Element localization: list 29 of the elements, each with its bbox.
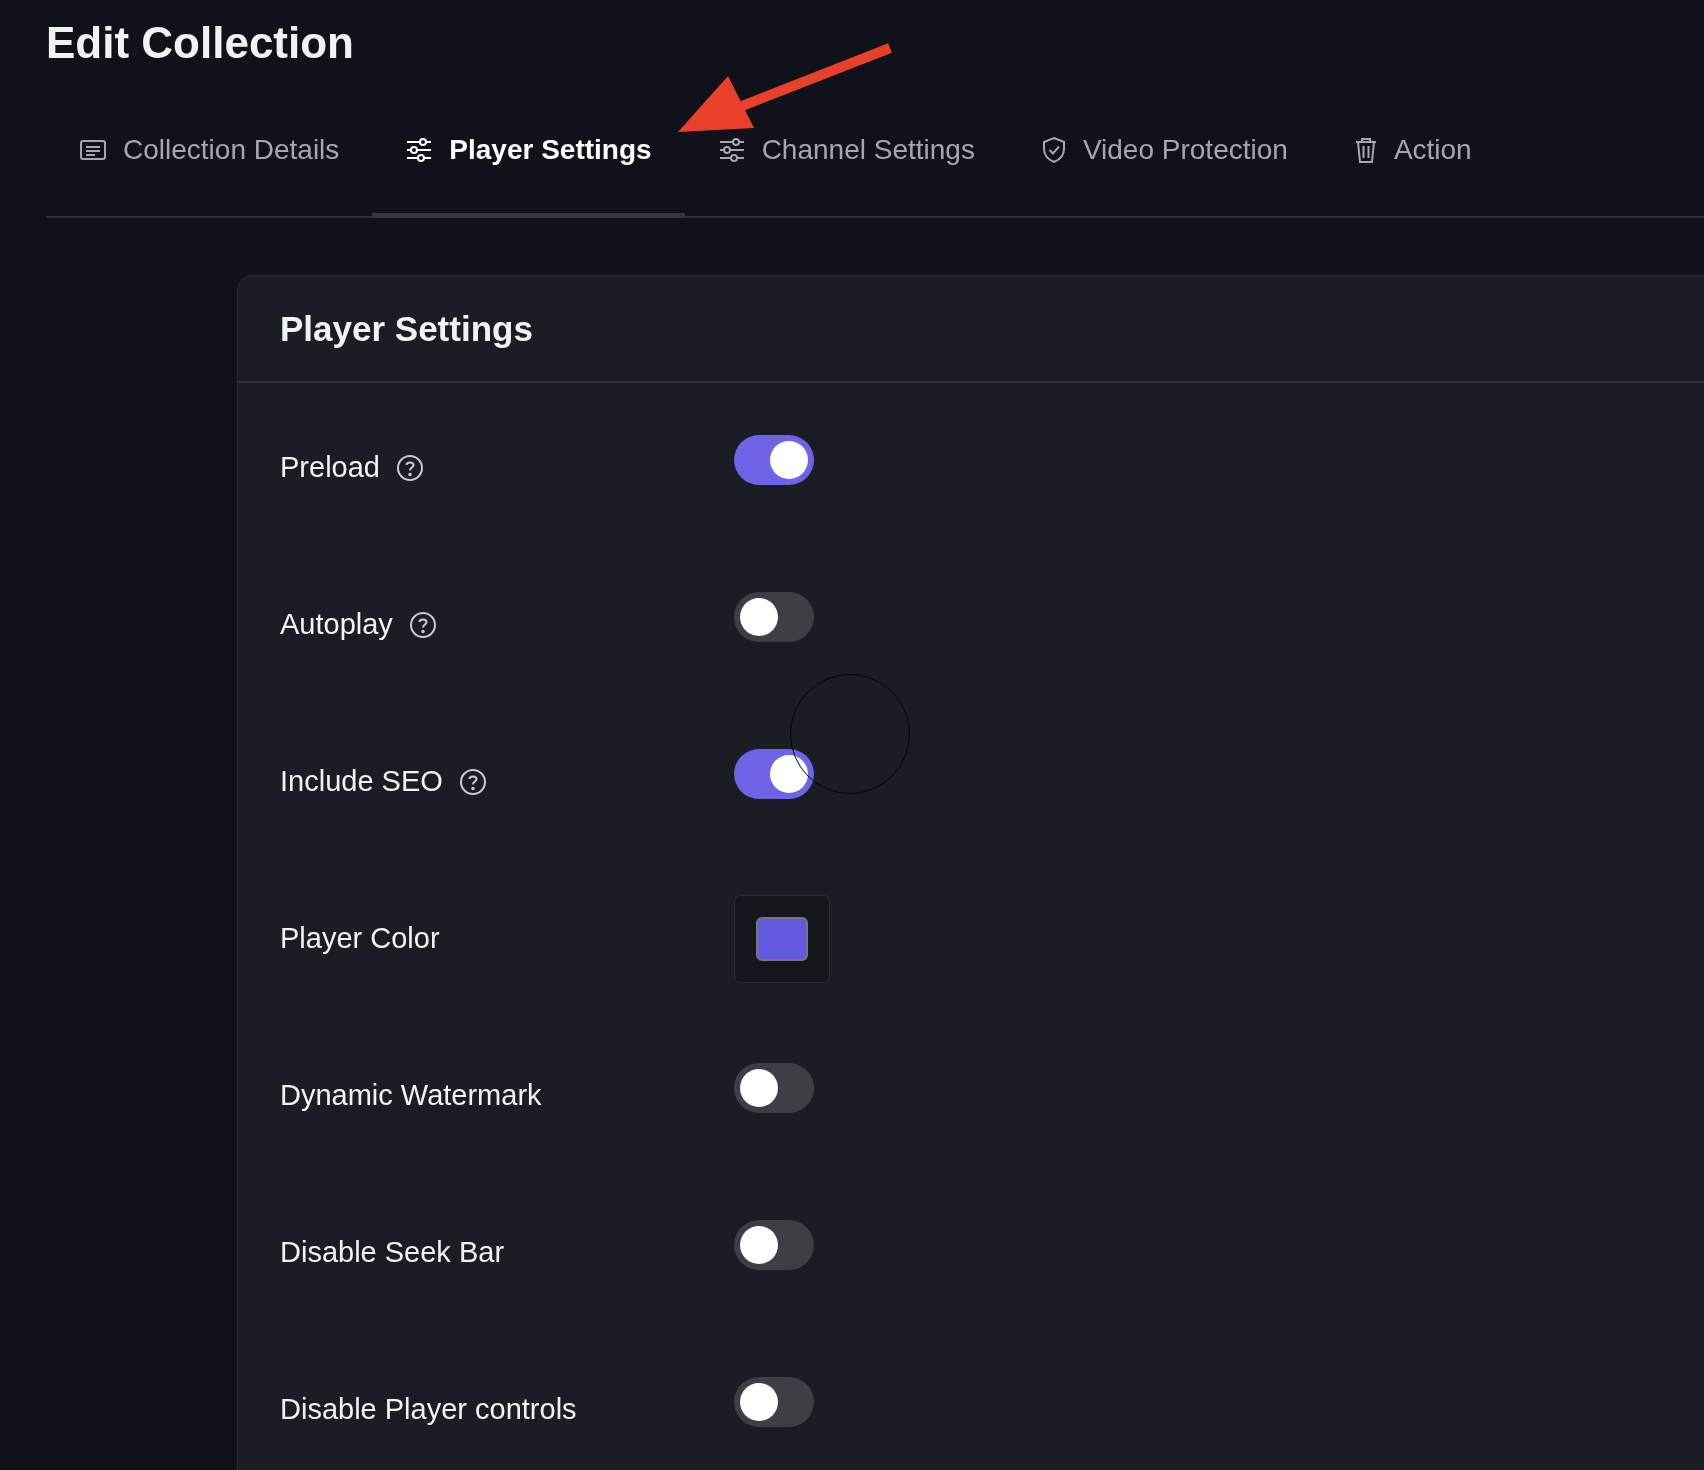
toggle-switch[interactable] [734, 434, 814, 485]
toggle-switch[interactable] [734, 591, 814, 642]
card-title: Player Settings [280, 308, 534, 350]
setting-label: Preload [280, 451, 380, 484]
shield-check-icon [1040, 136, 1067, 164]
setting-label: Dynamic Watermark [280, 1079, 542, 1112]
list-icon [79, 138, 107, 162]
tab[interactable]: Player Settings [372, 116, 685, 218]
toggle-switch[interactable] [734, 1376, 814, 1427]
setting-label: Disable Seek Bar [280, 1236, 505, 1269]
toggle-switch[interactable] [734, 1062, 814, 1113]
tab[interactable]: Channel Settings [684, 116, 1008, 218]
color-picker[interactable] [734, 894, 830, 983]
help-icon[interactable] [395, 453, 424, 482]
tab[interactable]: Collection Details [46, 116, 373, 218]
setting-label: Disable Player controls [280, 1393, 577, 1426]
help-icon[interactable] [408, 610, 437, 639]
tab[interactable]: Video Protection [1007, 116, 1321, 218]
setting-label: Include SEO [280, 765, 443, 798]
tab[interactable]: Action [1320, 116, 1505, 218]
trash-icon [1353, 136, 1378, 164]
setting-label: Autoplay [280, 608, 393, 641]
toggle-switch[interactable] [734, 748, 814, 799]
sliders-icon [405, 137, 434, 163]
sliders-icon [717, 137, 746, 163]
page-title: Edit Collection [45, 17, 355, 69]
setting-label: Player Color [280, 922, 440, 955]
toggle-switch[interactable] [734, 1219, 814, 1270]
help-icon[interactable] [458, 767, 487, 796]
